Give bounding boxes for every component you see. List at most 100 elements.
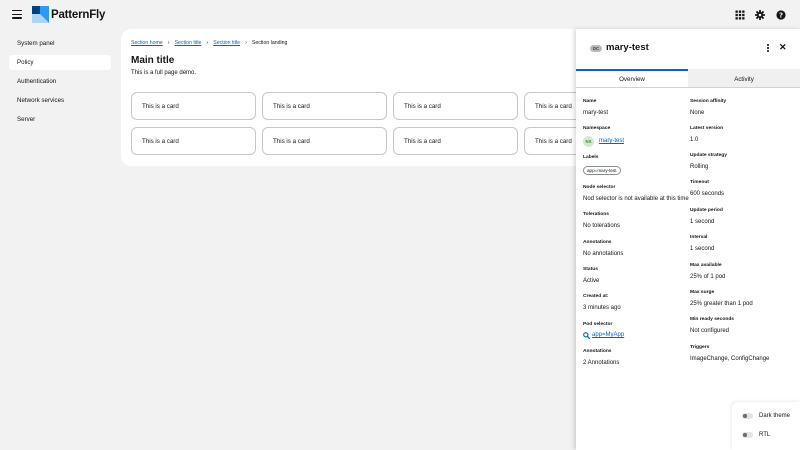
max-available-value: 25% of 1 pod	[690, 274, 726, 280]
node-selector-value: Nod selector is not available at this ti…	[583, 196, 689, 202]
labels-label: Labels	[583, 155, 599, 160]
tab-label: Activity	[734, 75, 754, 83]
drawer-tabs: Overview Activity	[576, 69, 800, 87]
main-content: Section home › Section title › Section t…	[121, 29, 649, 166]
pod-selector-link[interactable]: app=MyApp	[592, 332, 624, 338]
patternfly-logo-icon	[32, 6, 49, 23]
card-label: This is a card	[142, 102, 179, 110]
triggers-value: ImageChange, ConfigChange	[690, 356, 770, 362]
timeout-label: Timeout	[690, 180, 709, 185]
session-affinity-value: None	[690, 110, 705, 116]
sidebar-nav: System panel Policy Authentication Netwo…	[9, 36, 111, 131]
name-value: mary-test	[583, 110, 609, 116]
created-at-label: Created at:	[583, 294, 609, 299]
created-at-value: 3 minutes ago	[583, 305, 621, 311]
card[interactable]: This is a card	[131, 127, 256, 155]
card-label: This is a card	[535, 137, 572, 145]
update-period-label: Update period	[690, 208, 723, 213]
status-label: Status	[583, 267, 598, 272]
sidebar-item-system-panel[interactable]: System panel	[9, 36, 111, 51]
toggle-switch[interactable]	[742, 432, 753, 438]
max-surge-value: 25% greater than 1 pod	[690, 301, 753, 307]
interval-label: Interval	[690, 235, 708, 240]
min-ready-seconds-value: Not configured	[690, 328, 730, 334]
sidebar-item-policy[interactable]: Policy	[9, 55, 111, 70]
hamburger-menu-icon[interactable]	[12, 10, 22, 19]
dark-theme-toggle[interactable]: Dark theme	[742, 413, 790, 419]
breadcrumb-current: Section landing	[251, 40, 288, 46]
page-description: This is a full page demo.	[131, 70, 197, 76]
chevron-right-icon: ›	[167, 40, 170, 46]
search-icon	[583, 332, 590, 339]
sidebar-item-label: Network services	[17, 97, 65, 104]
name-label: Name	[583, 99, 597, 104]
update-strategy-value: Rolling	[690, 164, 709, 170]
session-affinity-label: Session affinity	[690, 99, 727, 104]
card[interactable]: This is a card	[393, 92, 518, 120]
namespace-link[interactable]: mary-test	[599, 138, 624, 144]
breadcrumb: Section home › Section title › Section t…	[131, 40, 287, 46]
tab-label: Overview	[619, 75, 645, 83]
card-label: This is a card	[273, 137, 310, 145]
annotations-value: No annotations	[583, 251, 624, 257]
brand-logo[interactable]: PatternFly	[32, 6, 105, 23]
tab-overview[interactable]: Overview	[576, 69, 688, 87]
card-label: This is a card	[535, 102, 572, 110]
sidebar-item-label: Authentication	[17, 78, 57, 85]
app-launcher-icon[interactable]	[735, 10, 745, 20]
breadcrumb-link-section-home[interactable]: Section home	[131, 40, 163, 46]
sidebar-item-server[interactable]: Server	[9, 112, 111, 127]
timeout-value: 600 seconds	[690, 191, 725, 197]
namespace-badge: NS	[583, 136, 594, 147]
annotations-label: Annotations	[583, 240, 612, 245]
resource-type-badge: DC	[590, 45, 602, 52]
drawer-title: mary-test	[606, 42, 649, 53]
triggers-label: Triggers	[690, 345, 710, 350]
node-selector-label: Node selector	[583, 185, 616, 190]
breadcrumb-link-section-title-2[interactable]: Section title	[213, 40, 240, 46]
details-drawer: DC mary-test ✕ Overview Activity Name ma…	[576, 29, 800, 450]
card[interactable]: This is a card	[131, 92, 256, 120]
tolerations-label: Tolerations	[583, 212, 609, 217]
tolerations-value: No tolerations	[583, 223, 621, 229]
latest-version-label: Latest version	[690, 126, 724, 131]
card[interactable]: This is a card	[393, 127, 518, 155]
card[interactable]: This is a card	[262, 127, 387, 155]
update-strategy-label: Update strategy	[690, 153, 727, 158]
kebab-menu-icon[interactable]	[765, 44, 771, 54]
tab-activity[interactable]: Activity	[688, 69, 800, 87]
max-available-label: Max available	[690, 263, 722, 268]
card-label: This is a card	[273, 102, 310, 110]
tab-divider	[576, 87, 800, 88]
status-value: Active	[583, 278, 600, 284]
sidebar-item-label: Policy	[17, 59, 34, 66]
close-icon[interactable]: ✕	[779, 42, 787, 53]
toggle-switch[interactable]	[742, 413, 753, 419]
update-period-value: 1 second	[690, 219, 715, 225]
pod-selector-label: Pod selector	[583, 322, 613, 327]
theme-switcher: Dark theme RTL	[732, 402, 800, 450]
label-chip[interactable]: app=mary-test	[583, 166, 621, 175]
min-ready-seconds-label: Min ready seconds	[690, 317, 735, 322]
interval-value: 1 second	[690, 246, 715, 252]
rtl-label: RTL	[759, 432, 771, 438]
namespace-label: Namespace	[583, 126, 611, 131]
dark-theme-label: Dark theme	[759, 413, 791, 419]
rtl-toggle[interactable]: RTL	[742, 432, 770, 438]
sidebar-item-label: Server	[17, 116, 36, 123]
sidebar-item-authentication[interactable]: Authentication	[9, 74, 111, 89]
max-surge-label: Max surge	[690, 290, 715, 295]
sidebar-item-label: System panel	[17, 40, 55, 47]
card[interactable]: This is a card	[262, 92, 387, 120]
card-label: This is a card	[404, 102, 441, 110]
annotations-count: 2 Annotations	[583, 360, 620, 366]
annotations-label: Annotations	[583, 349, 612, 354]
brand-name: PatternFly	[51, 8, 106, 21]
breadcrumb-link-section-title[interactable]: Section title	[175, 40, 202, 46]
card-label: This is a card	[404, 137, 441, 145]
masthead: PatternFly ?	[0, 0, 800, 29]
sidebar-item-network-services[interactable]: Network services	[9, 93, 111, 108]
svg-text:?: ?	[779, 11, 783, 19]
help-icon[interactable]: ?	[776, 10, 786, 20]
gear-icon[interactable]	[755, 10, 765, 20]
